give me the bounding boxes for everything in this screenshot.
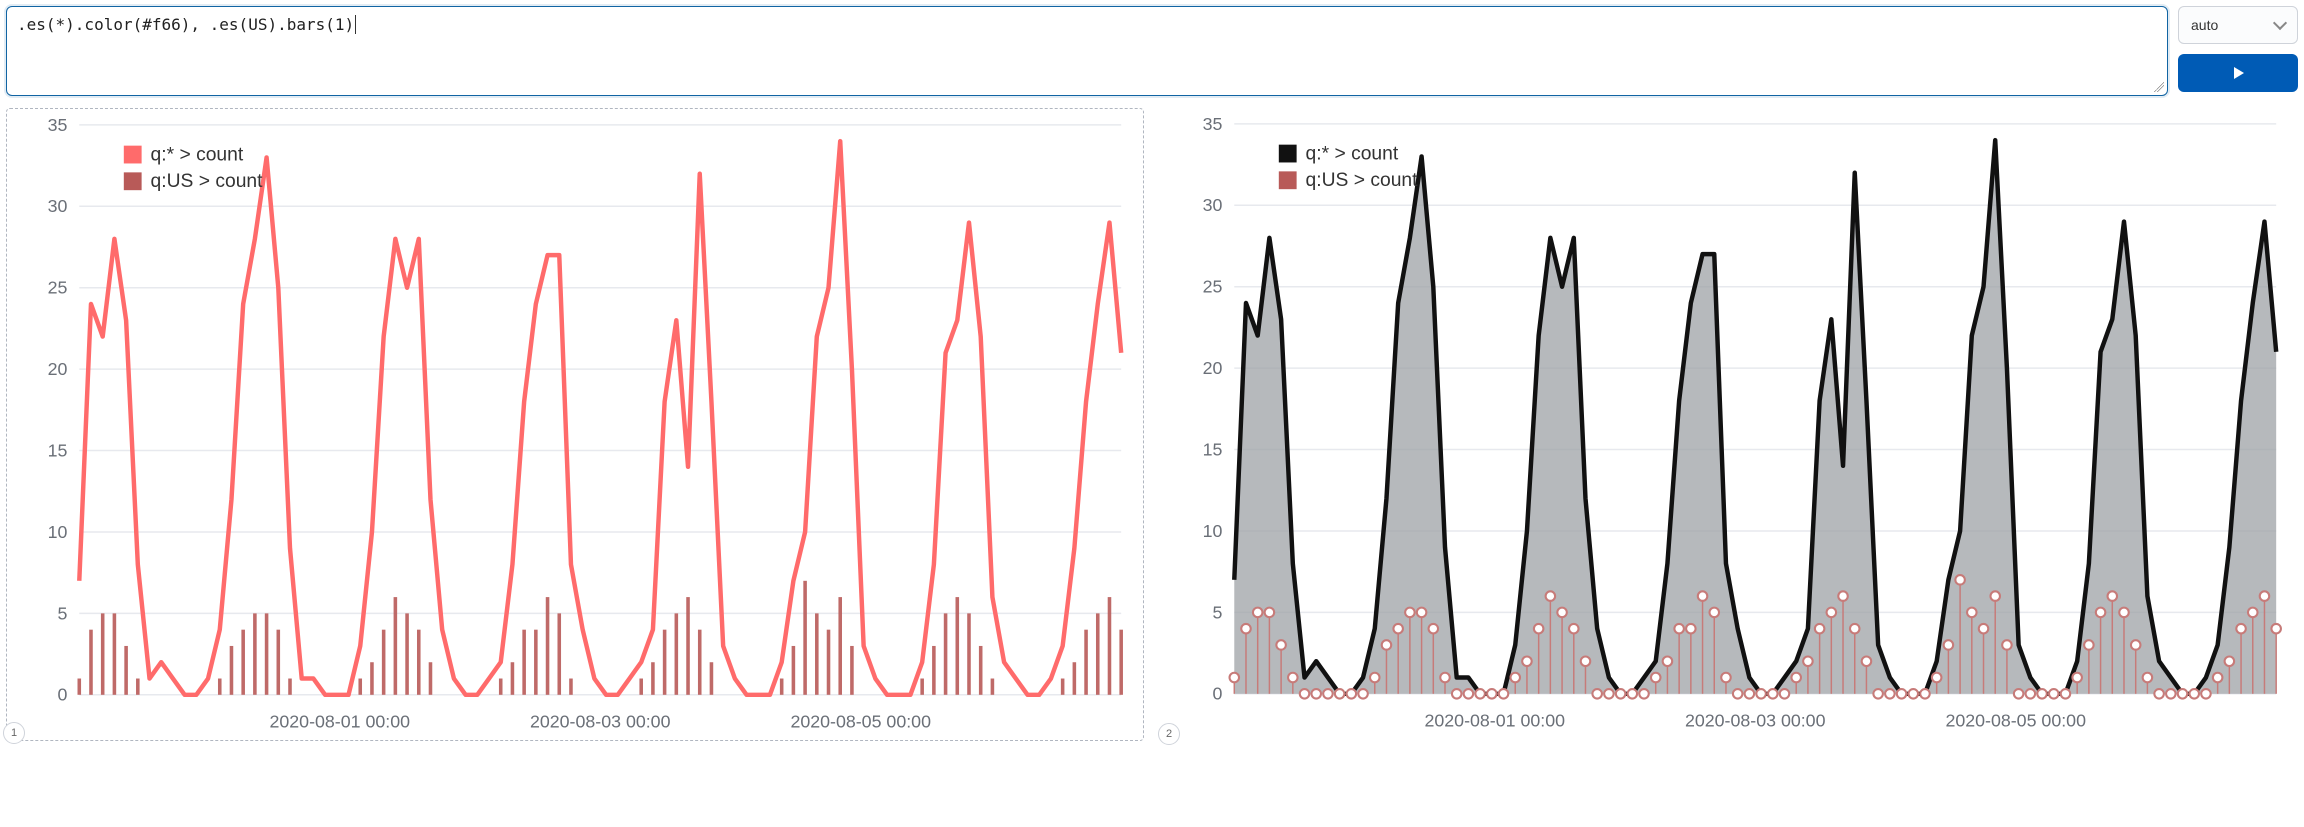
timelion-expression-input[interactable]: .es(*).color(#f66), .es(US).bars(1) xyxy=(6,6,2168,96)
chart-2-svg: 0 5 10 15 20 25 30 35 2020-08-01 00:00 2020-08-03… xyxy=(1166,112,2294,735)
chart-index-badge: 1 xyxy=(3,722,25,744)
svg-text:20: 20 xyxy=(1203,358,1223,378)
svg-text:25: 25 xyxy=(1203,277,1223,297)
svg-text:10: 10 xyxy=(1203,521,1223,541)
svg-text:2020-08-03 00:00: 2020-08-03 00:00 xyxy=(530,711,671,731)
svg-text:2020-08-03 00:00: 2020-08-03 00:00 xyxy=(1685,710,1826,730)
svg-text:q:* > count: q:* > count xyxy=(151,144,244,165)
svg-text:2020-08-01 00:00: 2020-08-01 00:00 xyxy=(269,711,410,731)
svg-text:q:* > count: q:* > count xyxy=(1306,143,1399,164)
svg-text:2020-08-01 00:00: 2020-08-01 00:00 xyxy=(1424,710,1565,730)
interval-select-value: auto xyxy=(2191,17,2218,33)
query-side-controls: auto xyxy=(2178,6,2298,92)
text-caret xyxy=(355,15,366,34)
chart-index-badge: 2 xyxy=(1158,723,1180,745)
play-icon xyxy=(2229,64,2247,82)
svg-text:q:US > count: q:US > count xyxy=(1306,170,1419,191)
interval-select[interactable]: auto xyxy=(2178,6,2298,44)
run-button[interactable] xyxy=(2178,54,2298,92)
svg-text:15: 15 xyxy=(1203,439,1223,459)
svg-text:35: 35 xyxy=(1203,114,1223,134)
svg-text:5: 5 xyxy=(58,603,68,623)
svg-text:25: 25 xyxy=(48,278,68,298)
svg-text:5: 5 xyxy=(1213,602,1223,622)
svg-text:2020-08-05 00:00: 2020-08-05 00:00 xyxy=(790,711,931,731)
timelion-expression-text: .es(*).color(#f66), .es(US).bars(1) xyxy=(17,15,354,34)
chart-1-svg: 0 5 10 15 20 25 30 35 2020-08-01 00:00 2020-08-03… xyxy=(11,113,1139,736)
svg-text:q:US > count: q:US > count xyxy=(151,171,264,192)
svg-text:30: 30 xyxy=(1203,195,1223,215)
svg-text:10: 10 xyxy=(48,522,68,542)
svg-text:20: 20 xyxy=(48,359,68,379)
chart-index-label: 2 xyxy=(1166,728,1172,740)
svg-text:0: 0 xyxy=(58,685,68,705)
svg-text:30: 30 xyxy=(48,196,68,216)
chevron-down-icon xyxy=(2273,16,2287,30)
svg-text:0: 0 xyxy=(1213,684,1223,704)
svg-text:15: 15 xyxy=(48,440,68,460)
svg-text:2020-08-05 00:00: 2020-08-05 00:00 xyxy=(1945,710,2086,730)
chart-index-label: 1 xyxy=(11,727,17,739)
chart-panel-1[interactable]: 0 5 10 15 20 25 30 35 2020-08-01 00:00 2020-08-03… xyxy=(6,108,1144,741)
charts-row: 051015202530352020-08-01 00:002020-08-03… xyxy=(6,108,2298,741)
chart-panel-2[interactable]: 0 5 10 15 20 25 30 35 2020-08-01 00:00 2020-08-03… xyxy=(1162,108,2298,741)
svg-text:35: 35 xyxy=(48,115,68,135)
